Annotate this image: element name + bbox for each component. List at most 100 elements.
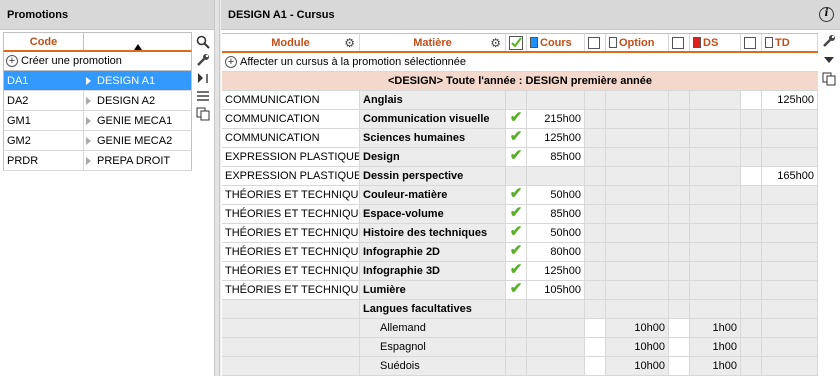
- cours-column-header[interactable]: Cours: [527, 34, 585, 51]
- cours-hours-cell[interactable]: 85h00: [527, 205, 585, 223]
- ds-hours-cell[interactable]: [690, 91, 741, 109]
- option-hours-cell[interactable]: [606, 281, 669, 299]
- promotion-row[interactable]: GM1 GENIE MECA1: [3, 111, 192, 131]
- td-hours-cell[interactable]: [762, 357, 818, 375]
- td-hours-cell[interactable]: [762, 319, 818, 337]
- cours-check-cell[interactable]: [506, 357, 527, 375]
- code-column-header[interactable]: Code: [4, 33, 84, 50]
- td-check-cell[interactable]: [741, 110, 762, 128]
- option-hours-cell[interactable]: [606, 205, 669, 223]
- option-check-cell[interactable]: [585, 167, 606, 185]
- td-check-cell[interactable]: [741, 129, 762, 147]
- option-check-cell[interactable]: [585, 224, 606, 242]
- cours-hours-cell[interactable]: 50h00: [527, 186, 585, 204]
- promotion-row[interactable]: DA2 DESIGN A2: [3, 91, 192, 111]
- option-hours-cell[interactable]: 10h00: [606, 357, 669, 375]
- wrench-icon[interactable]: [195, 52, 211, 68]
- cursus-row[interactable]: THÉORIES ET TECHNIQUES Infographie 3D ✔ 125…: [222, 262, 818, 281]
- td-hours-cell[interactable]: [762, 186, 818, 204]
- option-hours-cell[interactable]: 10h00: [606, 338, 669, 356]
- ds-hours-cell[interactable]: 1h00: [690, 319, 741, 337]
- ds-hours-cell[interactable]: [690, 167, 741, 185]
- ds-hours-cell[interactable]: [690, 205, 741, 223]
- cours-hours-cell[interactable]: 85h00: [527, 148, 585, 166]
- expand-arrow-icon[interactable]: [86, 157, 91, 165]
- td-hours-cell[interactable]: [762, 110, 818, 128]
- ds-check-cell[interactable]: [669, 224, 690, 242]
- option-check-cell[interactable]: [585, 186, 606, 204]
- cours-hours-cell[interactable]: [527, 357, 585, 375]
- dropdown-arrow-icon[interactable]: [821, 52, 837, 68]
- option-hours-cell[interactable]: [606, 129, 669, 147]
- copy-icon[interactable]: [821, 71, 837, 87]
- option-hours-cell[interactable]: [606, 243, 669, 261]
- td-hours-cell[interactable]: [762, 281, 818, 299]
- cours-check-cell[interactable]: ✔: [506, 243, 527, 261]
- expand-one-icon[interactable]: [195, 70, 211, 86]
- cursus-row[interactable]: EXPRESSION PLASTIQUE Dessin perspective 16…: [222, 167, 818, 186]
- expand-arrow-icon[interactable]: [86, 137, 91, 145]
- option-check-cell[interactable]: [585, 148, 606, 166]
- option-hours-cell[interactable]: [606, 262, 669, 280]
- cours-hours-cell[interactable]: 125h00: [527, 129, 585, 147]
- cours-hours-cell[interactable]: 50h00: [527, 224, 585, 242]
- expand-arrow-icon[interactable]: [86, 97, 91, 105]
- td-hours-cell[interactable]: 125h00: [762, 91, 818, 109]
- cours-check-cell[interactable]: [506, 338, 527, 356]
- label-column-header[interactable]: [84, 33, 191, 50]
- ds-check-cell[interactable]: [669, 338, 690, 356]
- ds-column-header[interactable]: DS: [690, 34, 741, 51]
- cours-check-cell[interactable]: [506, 167, 527, 185]
- ds-check-cell[interactable]: [669, 129, 690, 147]
- td-check-cell[interactable]: [741, 357, 762, 375]
- option-check-cell[interactable]: [585, 91, 606, 109]
- td-hours-cell[interactable]: [762, 129, 818, 147]
- td-hours-cell[interactable]: 165h00: [762, 167, 818, 185]
- cours-select-checkbox[interactable]: [506, 34, 527, 51]
- td-select-checkbox[interactable]: [741, 34, 762, 51]
- ds-hours-cell[interactable]: [690, 224, 741, 242]
- module-column-header[interactable]: Module ⚙: [222, 34, 360, 51]
- td-check-cell[interactable]: [741, 281, 762, 299]
- ds-hours-cell[interactable]: [690, 148, 741, 166]
- td-hours-cell[interactable]: [762, 243, 818, 261]
- cursus-row[interactable]: THÉORIES ET TECHNIQUES Espace-volume ✔ 85h0…: [222, 205, 818, 224]
- ds-hours-cell[interactable]: [690, 243, 741, 261]
- ds-hours-cell[interactable]: [690, 186, 741, 204]
- option-group-row[interactable]: Langues facultatives: [222, 300, 818, 319]
- cours-check-cell[interactable]: ✔: [506, 281, 527, 299]
- option-check-cell[interactable]: [585, 243, 606, 261]
- option-check-cell[interactable]: [585, 262, 606, 280]
- option-hours-cell[interactable]: [606, 224, 669, 242]
- td-check-cell[interactable]: [741, 243, 762, 261]
- ds-check-cell[interactable]: [669, 167, 690, 185]
- assign-cursus-button[interactable]: + Affecter un cursus à la promotion séle…: [222, 53, 818, 72]
- td-check-cell[interactable]: [741, 91, 762, 109]
- gear-icon[interactable]: ⚙: [490, 36, 501, 50]
- cours-hours-cell[interactable]: [527, 167, 585, 185]
- cours-check-cell[interactable]: [506, 91, 527, 109]
- option-check-cell[interactable]: [585, 357, 606, 375]
- option-hours-cell[interactable]: [606, 110, 669, 128]
- option-check-cell[interactable]: [585, 205, 606, 223]
- option-hours-cell[interactable]: [606, 148, 669, 166]
- copy-icon[interactable]: [195, 106, 211, 122]
- option-check-cell[interactable]: [585, 319, 606, 337]
- cursus-row[interactable]: THÉORIES ET TECHNIQUES Histoire des techn…: [222, 224, 818, 243]
- cursus-row[interactable]: COMMUNICATION Communication visuelle ✔ 215h…: [222, 110, 818, 129]
- cursus-row[interactable]: THÉORIES ET TECHNIQUES Lumière ✔ 105h00: [222, 281, 818, 300]
- td-hours-cell[interactable]: [762, 262, 818, 280]
- ds-check-cell[interactable]: [669, 243, 690, 261]
- ds-check-cell[interactable]: [669, 281, 690, 299]
- td-check-cell[interactable]: [741, 186, 762, 204]
- ds-hours-cell[interactable]: [690, 110, 741, 128]
- panel-splitter[interactable]: [214, 0, 220, 376]
- cours-hours-cell[interactable]: 80h00: [527, 243, 585, 261]
- create-promotion-button[interactable]: + Créer une promotion: [3, 52, 192, 71]
- td-hours-cell[interactable]: [762, 148, 818, 166]
- cursus-row[interactable]: COMMUNICATION Anglais 125h00: [222, 91, 818, 110]
- td-check-cell[interactable]: [741, 205, 762, 223]
- ds-select-checkbox[interactable]: [669, 34, 690, 51]
- promotion-row[interactable]: PRDR PREPA DROIT: [3, 151, 192, 171]
- cours-check-cell[interactable]: ✔: [506, 110, 527, 128]
